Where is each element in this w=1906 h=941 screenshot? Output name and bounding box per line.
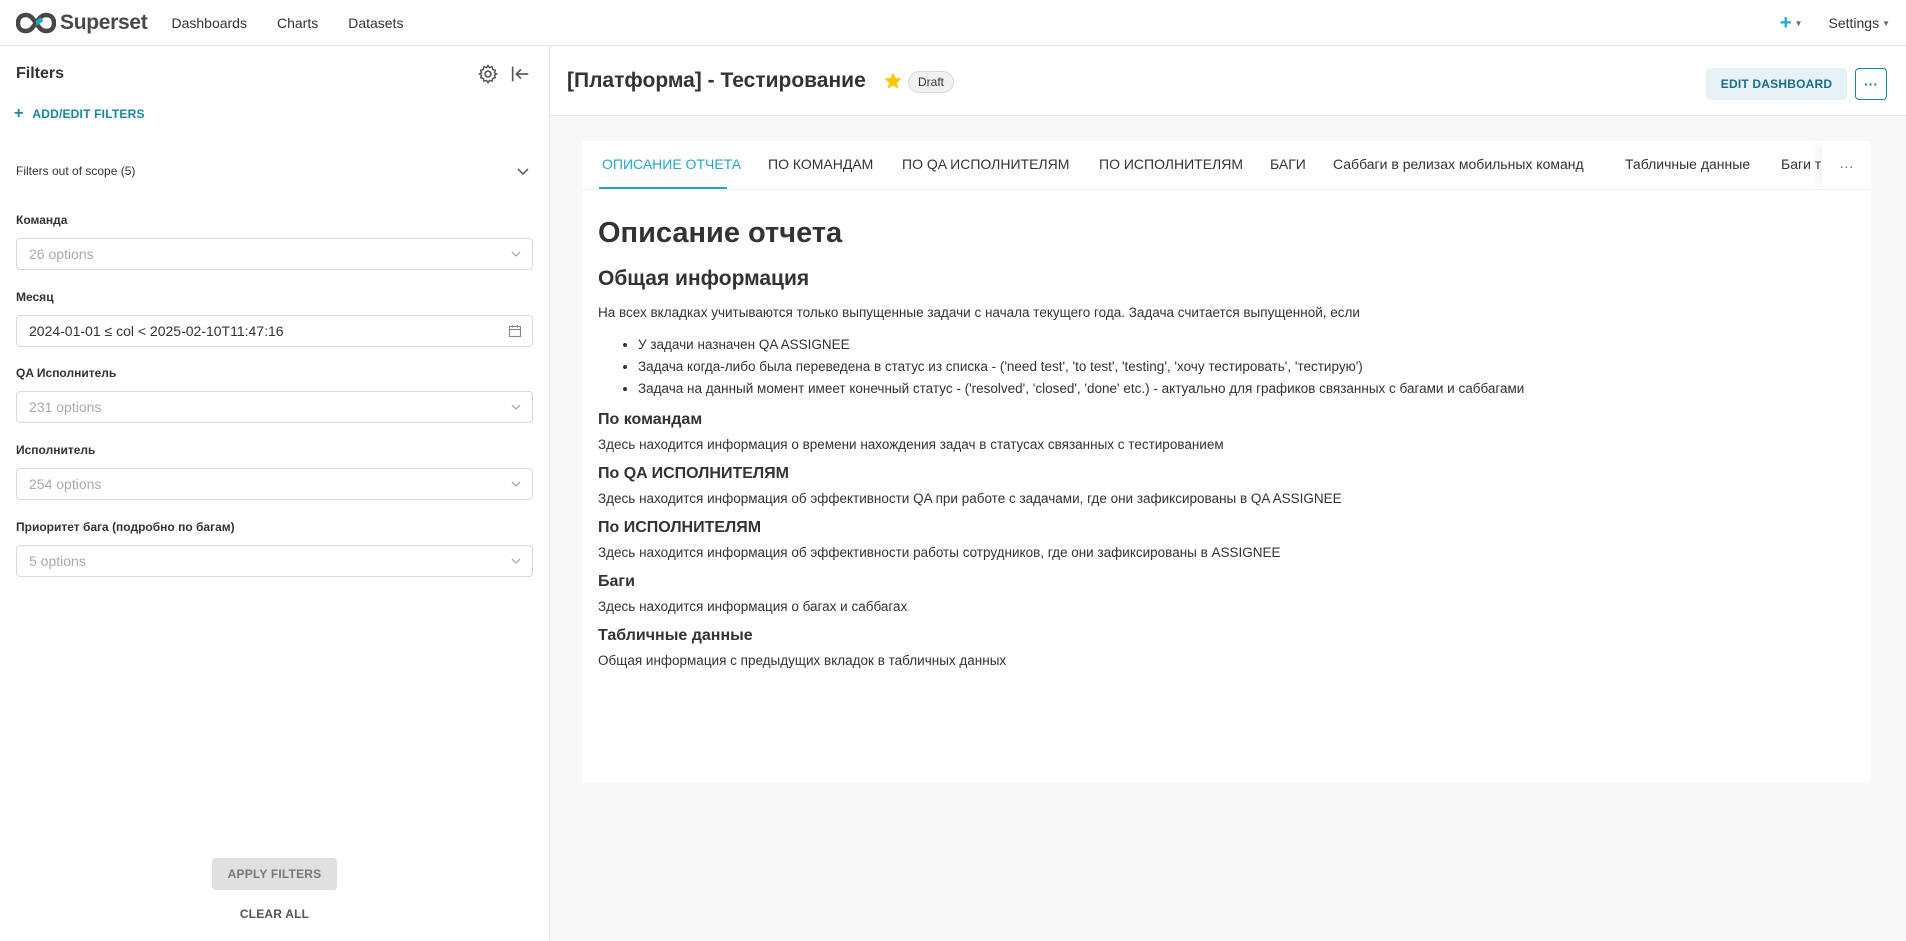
filter-label-qa-assignee: QA Исполнитель [16,366,117,380]
ellipsis-icon: ··· [1839,157,1854,174]
filter-value: 2024-01-01 ≤ col < 2025-02-10T11:47:16 [29,323,284,339]
filter-select-assignee[interactable]: 254 options [16,468,533,500]
new-menu-button[interactable]: + ▼ [1780,12,1803,35]
filter-label-team: Команда [16,213,68,227]
chevron-down-icon [511,481,521,487]
filter-placeholder: 26 options [29,246,94,262]
report-heading: Описание отчета [598,217,843,249]
dashboard-title[interactable]: [Платформа] - Тестирование [567,69,866,93]
clear-all-button[interactable]: CLEAR ALL [212,907,337,921]
tab-table-data[interactable]: Табличные данные [1625,156,1750,172]
chevron-down-icon [517,168,529,176]
add-edit-filters-button[interactable]: + ADD/EDIT FILTERS [14,105,145,123]
more-options-button[interactable]: ··· [1855,68,1887,100]
list-item: Задача на данный момент имеет конечный с… [638,378,1848,400]
tab-bugs-truncated[interactable]: Баги т [1781,156,1821,172]
filter-select-qa-assignee[interactable]: 231 options [16,391,533,423]
section-text-assignees: Здесь находится информация об эффективно… [598,545,1281,560]
filter-placeholder: 254 options [29,476,102,492]
filter-date-range-month[interactable]: 2024-01-01 ≤ col < 2025-02-10T11:47:16 [16,315,533,347]
tab-by-teams[interactable]: ПО КОМАНДАМ [768,156,873,172]
section-heading-assignees: По ИСПОЛНИТЕЛЯМ [598,519,762,536]
tab-report-description[interactable]: ОПИСАНИЕ ОТЧЕТА [602,156,741,172]
settings-menu-button[interactable]: Settings ▼ [1828,15,1890,31]
general-info-heading: Общая информация [598,267,810,290]
filters-out-of-scope-toggle[interactable]: Filters out of scope (5) [16,164,530,178]
ellipsis-icon: ··· [1864,76,1878,92]
filter-label-bug-priority: Приоритет бага (подробно по багам) [16,520,235,534]
edit-dashboard-button[interactable]: EDIT DASHBOARD [1706,68,1847,100]
calendar-icon [508,325,522,338]
conditions-list: У задачи назначен QA ASSIGNEE Задача ког… [638,334,1848,400]
caret-down-icon: ▼ [1794,18,1803,28]
filter-placeholder: 231 options [29,399,102,415]
list-item: Задача когда-либо была переведена в стат… [638,356,1848,378]
filter-label-month: Месяц [16,290,54,304]
brand[interactable]: Superset [16,0,148,46]
star-icon[interactable] [883,71,903,91]
nav-charts-link[interactable]: Charts [277,15,318,31]
caret-down-icon: ▼ [1882,18,1890,28]
chevron-down-icon [511,251,521,257]
add-edit-filters-label: ADD/EDIT FILTERS [32,107,145,121]
plus-icon: + [14,105,24,122]
section-text-qa: Здесь находится информация об эффективно… [598,491,1342,506]
dashboard-content-card: ОПИСАНИЕ ОТЧЕТА ПО КОМАНДАМ ПО QA ИСПОЛН… [582,141,1871,783]
filter-select-bug-priority[interactable]: 5 options [16,545,533,577]
tab-by-qa-assignees[interactable]: ПО QA ИСПОЛНИТЕЛЯМ [902,156,1069,172]
settings-label: Settings [1828,15,1880,31]
section-heading-teams: По командам [598,411,703,428]
filters-out-of-scope-label: Filters out of scope (5) [16,164,136,178]
tab-subbugs-mobile[interactable]: Саббаги в релизах мобильных команд [1333,156,1584,172]
section-text-bugs: Здесь находится информация о багах и саб… [598,599,908,614]
collapse-sidebar-icon[interactable] [509,63,531,85]
chevron-down-icon [511,404,521,410]
nav-datasets-link[interactable]: Datasets [348,15,403,31]
tab-bugs[interactable]: БАГИ [1270,156,1306,172]
section-heading-bugs: Баги [598,573,635,590]
section-heading-table-data: Табличные данные [598,627,753,644]
top-navbar: Superset Dashboards Charts Datasets + ▼ … [0,0,1906,46]
filters-title: Filters [16,65,65,82]
nav-dashboards-link[interactable]: Dashboards [171,15,247,31]
filter-select-team[interactable]: 26 options [16,238,533,270]
draft-status-badge[interactable]: Draft [908,71,955,93]
list-item: У задачи назначен QA ASSIGNEE [638,334,1848,356]
section-text-teams: Здесь находится информация о времени нах… [598,437,1224,452]
gear-icon[interactable] [477,63,499,85]
filters-sidebar: Filters + ADD/EDIT FILTERS Filters out o… [0,47,550,941]
plus-icon: + [1779,11,1792,34]
chevron-down-icon [511,558,521,564]
more-tabs-button[interactable]: ··· [1822,141,1871,189]
dashboard-tabs: ОПИСАНИЕ ОТЧЕТА ПО КОМАНДАМ ПО QA ИСПОЛН… [582,141,1871,190]
apply-filters-button[interactable]: APPLY FILTERS [212,858,337,890]
section-text-table-data: Общая информация с предыдущих вкладок в … [598,653,1007,668]
markdown-panel: Описание отчета Общая информация На всех… [598,219,1848,670]
brand-name: Superset [60,10,148,34]
superset-logo-icon [16,12,56,33]
active-tab-indicator [599,187,727,189]
filter-label-assignee: Исполнитель [16,443,96,457]
dashboard-header: [Платформа] - Тестирование Draft EDIT DA… [551,47,1906,116]
section-heading-qa: По QA ИСПОЛНИТЕЛЯМ [598,465,789,482]
intro-text: На всех вкладках учитываются только выпу… [598,305,1360,320]
tab-by-assignees[interactable]: ПО ИСПОЛНИТЕЛЯМ [1099,156,1243,172]
filter-placeholder: 5 options [29,553,86,569]
